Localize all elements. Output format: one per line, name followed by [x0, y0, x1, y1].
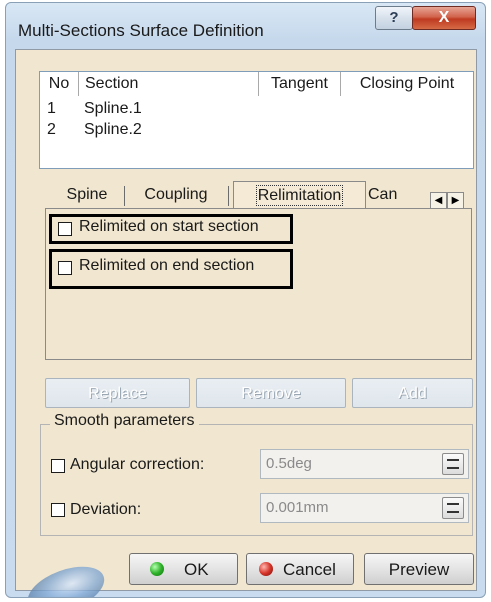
spinner-down-icon [447, 511, 459, 513]
remove-button[interactable]: Remove [196, 378, 346, 408]
deviation-label: Deviation: [70, 501, 142, 518]
deviation-checkbox[interactable] [51, 503, 65, 517]
table-row[interactable]: 1 Spline.1 [40, 100, 473, 120]
tab-spine[interactable]: Spine [55, 181, 119, 209]
title-bar[interactable]: Multi-Sections Surface Definition ? X [6, 3, 485, 49]
ok-button[interactable]: OK [129, 553, 238, 585]
tab-relimitation-label: Relimitation [255, 185, 344, 206]
cancel-label: Cancel [283, 560, 336, 579]
close-button[interactable]: X [412, 6, 476, 30]
column-header-closing-point[interactable]: Closing Point [341, 72, 473, 96]
column-header-tangent[interactable]: Tangent [259, 72, 341, 96]
table-row[interactable]: 2 Spline.2 [40, 121, 473, 141]
spinner-up-icon [447, 503, 459, 505]
tab-canonical[interactable]: Can [368, 181, 406, 209]
row-section: Spline.1 [84, 100, 142, 117]
tab-coupling[interactable]: Coupling [128, 181, 224, 209]
deviation-spinner[interactable] [442, 497, 464, 519]
relimited-end-checkbox[interactable] [58, 261, 72, 275]
catia-logo-icon [21, 557, 111, 597]
preview-button[interactable]: Preview [364, 553, 474, 585]
ok-green-dot-icon [150, 562, 164, 576]
column-header-no[interactable]: No [40, 72, 79, 96]
dialog-title: Multi-Sections Surface Definition [18, 21, 264, 40]
cancel-button[interactable]: Cancel [246, 553, 354, 585]
cancel-red-dot-icon [259, 562, 273, 576]
row-number: 1 [47, 100, 56, 117]
angular-correction-checkbox[interactable] [51, 459, 65, 473]
chevron-left-icon: ◀ [434, 195, 443, 206]
spinner-down-icon [447, 467, 459, 469]
tab-scroll-right-button[interactable]: ▶ [447, 192, 464, 209]
add-button[interactable]: Add [352, 378, 473, 408]
row-number: 2 [47, 121, 56, 138]
sections-table[interactable]: No Section Tangent Closing Point 1 Splin… [39, 71, 474, 169]
tab-separator [228, 186, 229, 206]
replace-button[interactable]: Replace [45, 378, 190, 408]
relimitation-panel: Relimited on start section Relimited on … [45, 208, 472, 360]
deviation-field[interactable]: 0.001mm [260, 493, 469, 523]
chevron-right-icon: ▶ [451, 195, 460, 206]
row-section: Spline.2 [84, 121, 142, 138]
angular-correction-label: Angular correction: [70, 456, 205, 473]
relimited-end-label: Relimited on end section [79, 257, 255, 274]
angular-correction-field[interactable]: 0.5deg [260, 449, 469, 479]
angular-correction-spinner[interactable] [442, 453, 464, 475]
multi-sections-dialog: Multi-Sections Surface Definition ? X No… [5, 2, 486, 598]
tab-separator [124, 186, 125, 206]
smooth-parameters-title: Smooth parameters [50, 412, 199, 430]
help-button[interactable]: ? [375, 6, 413, 30]
tab-scroll-left-button[interactable]: ◀ [430, 192, 447, 209]
spinner-up-icon [447, 459, 459, 461]
dialog-body: No Section Tangent Closing Point 1 Splin… [15, 49, 477, 597]
ok-label: OK [184, 560, 209, 579]
tab-relimitation[interactable]: Relimitation [233, 181, 366, 209]
column-header-section[interactable]: Section [79, 72, 259, 96]
relimited-start-label: Relimited on start section [79, 218, 259, 235]
relimited-start-checkbox[interactable] [58, 222, 72, 236]
sections-table-header: No Section Tangent Closing Point [40, 72, 473, 96]
